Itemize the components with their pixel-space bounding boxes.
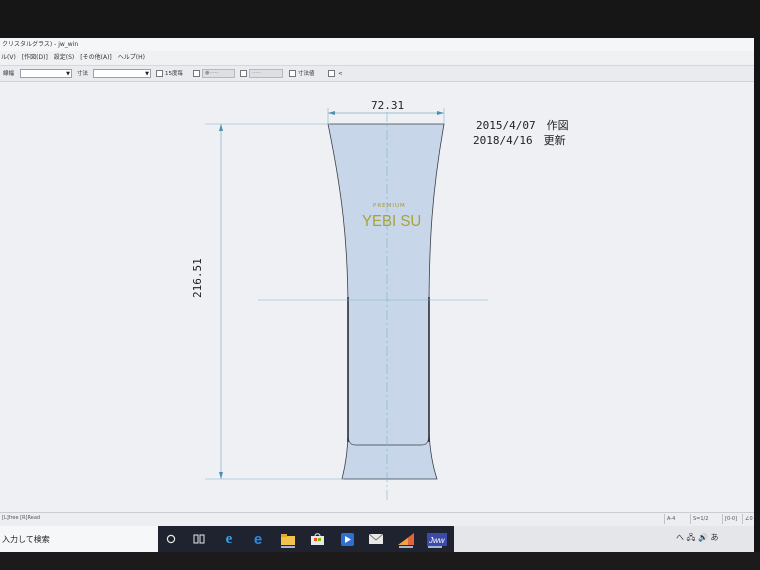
option-checkbox-3[interactable] bbox=[240, 70, 247, 77]
glass-body bbox=[327, 123, 445, 480]
cad-drawing bbox=[205, 108, 488, 502]
menu-help[interactable]: ヘルプ(H) bbox=[118, 51, 145, 64]
mail-icon[interactable] bbox=[367, 530, 385, 548]
drawing-canvas[interactable]: 72.31 216.51 2015/4/07 作図 2018/4/16 更新 P… bbox=[0, 82, 754, 520]
cad-app-icon[interactable] bbox=[397, 530, 415, 548]
menu-other[interactable]: [その他(A)] bbox=[80, 51, 111, 64]
dimension-value-label: 寸法値 bbox=[298, 71, 315, 77]
width-dim-arrow-right bbox=[437, 111, 444, 115]
menu-settings[interactable]: 設定(S) bbox=[54, 51, 75, 64]
status-paper[interactable]: A-4 bbox=[664, 514, 691, 524]
taskbar-search-box[interactable]: 入力して検索 bbox=[0, 526, 158, 552]
dropdown-arrow-icon: ▼ bbox=[66, 71, 70, 77]
disabled-field-1: ●----- bbox=[202, 69, 235, 78]
cortana-icon[interactable] bbox=[162, 530, 180, 548]
created-date: 2015/4/07 作図 bbox=[476, 119, 569, 132]
window-title-bar: クリスタルグラス) - jw_win bbox=[0, 38, 754, 51]
file-explorer-icon[interactable] bbox=[279, 530, 297, 548]
angle-15-checkbox[interactable] bbox=[156, 70, 163, 77]
height-dimension-value: 216.51 bbox=[191, 258, 204, 298]
status-angle[interactable]: ∠0 bbox=[742, 514, 754, 524]
line-width-select[interactable]: ▼ bbox=[20, 69, 72, 78]
label-yebisu: YEBI SU bbox=[362, 212, 422, 231]
taskbar: 入力して検索 e e Jww へ 🖧 🔊 あ bbox=[0, 526, 754, 552]
dimension-value-checkbox[interactable] bbox=[289, 70, 296, 77]
status-layer[interactable]: [0-0] bbox=[722, 514, 743, 524]
dimension-label: 寸法 bbox=[77, 71, 89, 77]
taskbar-apps: e e Jww bbox=[158, 526, 454, 552]
toolbar: 線幅 ▼ 寸法 ▼ 15度毎 ●----- ----- 寸法値 < bbox=[0, 65, 754, 82]
status-left-text: [L]free [R]Read bbox=[2, 515, 41, 521]
menu-draw[interactable]: [作図(D)] bbox=[22, 51, 48, 64]
option-checkbox-2[interactable] bbox=[193, 70, 200, 77]
dimension-select[interactable]: ▼ bbox=[93, 69, 151, 78]
dropdown-arrow-icon: ▼ bbox=[145, 71, 149, 77]
menu-view[interactable]: ル(V) bbox=[1, 51, 16, 64]
arrow-checkbox[interactable] bbox=[328, 70, 335, 77]
line-width-label: 線幅 bbox=[3, 71, 15, 77]
task-view-icon[interactable] bbox=[190, 530, 208, 548]
status-bar: [L]free [R]Read A-4 S=1/2 [0-0] ∠0 bbox=[0, 512, 754, 526]
active-indicator bbox=[399, 546, 413, 548]
monitor-bezel-top bbox=[0, 0, 760, 38]
jww-app-icon[interactable]: Jww bbox=[426, 530, 448, 548]
internet-explorer-icon[interactable]: e bbox=[220, 530, 238, 548]
angle-15-label: 15度毎 bbox=[165, 71, 183, 77]
search-placeholder: 入力して検索 bbox=[2, 535, 50, 544]
svg-text:Jww: Jww bbox=[428, 536, 446, 545]
monitor-bezel-bottom bbox=[0, 552, 760, 570]
edge-browser-icon[interactable]: e bbox=[249, 530, 267, 548]
active-indicator bbox=[281, 546, 295, 548]
menu-bar: ル(V) [作図(D)] 設定(S) [その他(A)] ヘルプ(H) bbox=[0, 51, 754, 64]
disabled-field-2: ----- bbox=[249, 69, 283, 78]
screen: クリスタルグラス) - jw_win ル(V) [作図(D)] 設定(S) [そ… bbox=[0, 38, 754, 552]
arrow-label: < bbox=[338, 71, 343, 77]
label-premium: PREMIUM bbox=[373, 203, 406, 209]
active-indicator bbox=[428, 546, 442, 548]
height-dim-arrow-top bbox=[219, 124, 223, 131]
window-title: クリスタルグラス) - jw_win bbox=[2, 41, 79, 48]
system-tray[interactable]: へ 🖧 🔊 あ bbox=[676, 532, 719, 546]
width-dimension-value: 72.31 bbox=[371, 99, 405, 112]
status-scale[interactable]: S=1/2 bbox=[690, 514, 723, 524]
store-icon[interactable] bbox=[308, 530, 326, 548]
height-dim-arrow-bottom bbox=[219, 472, 223, 479]
width-dim-arrow-left bbox=[328, 111, 335, 115]
updated-date: 2018/4/16 更新 bbox=[473, 134, 566, 147]
media-player-icon[interactable] bbox=[338, 530, 356, 548]
